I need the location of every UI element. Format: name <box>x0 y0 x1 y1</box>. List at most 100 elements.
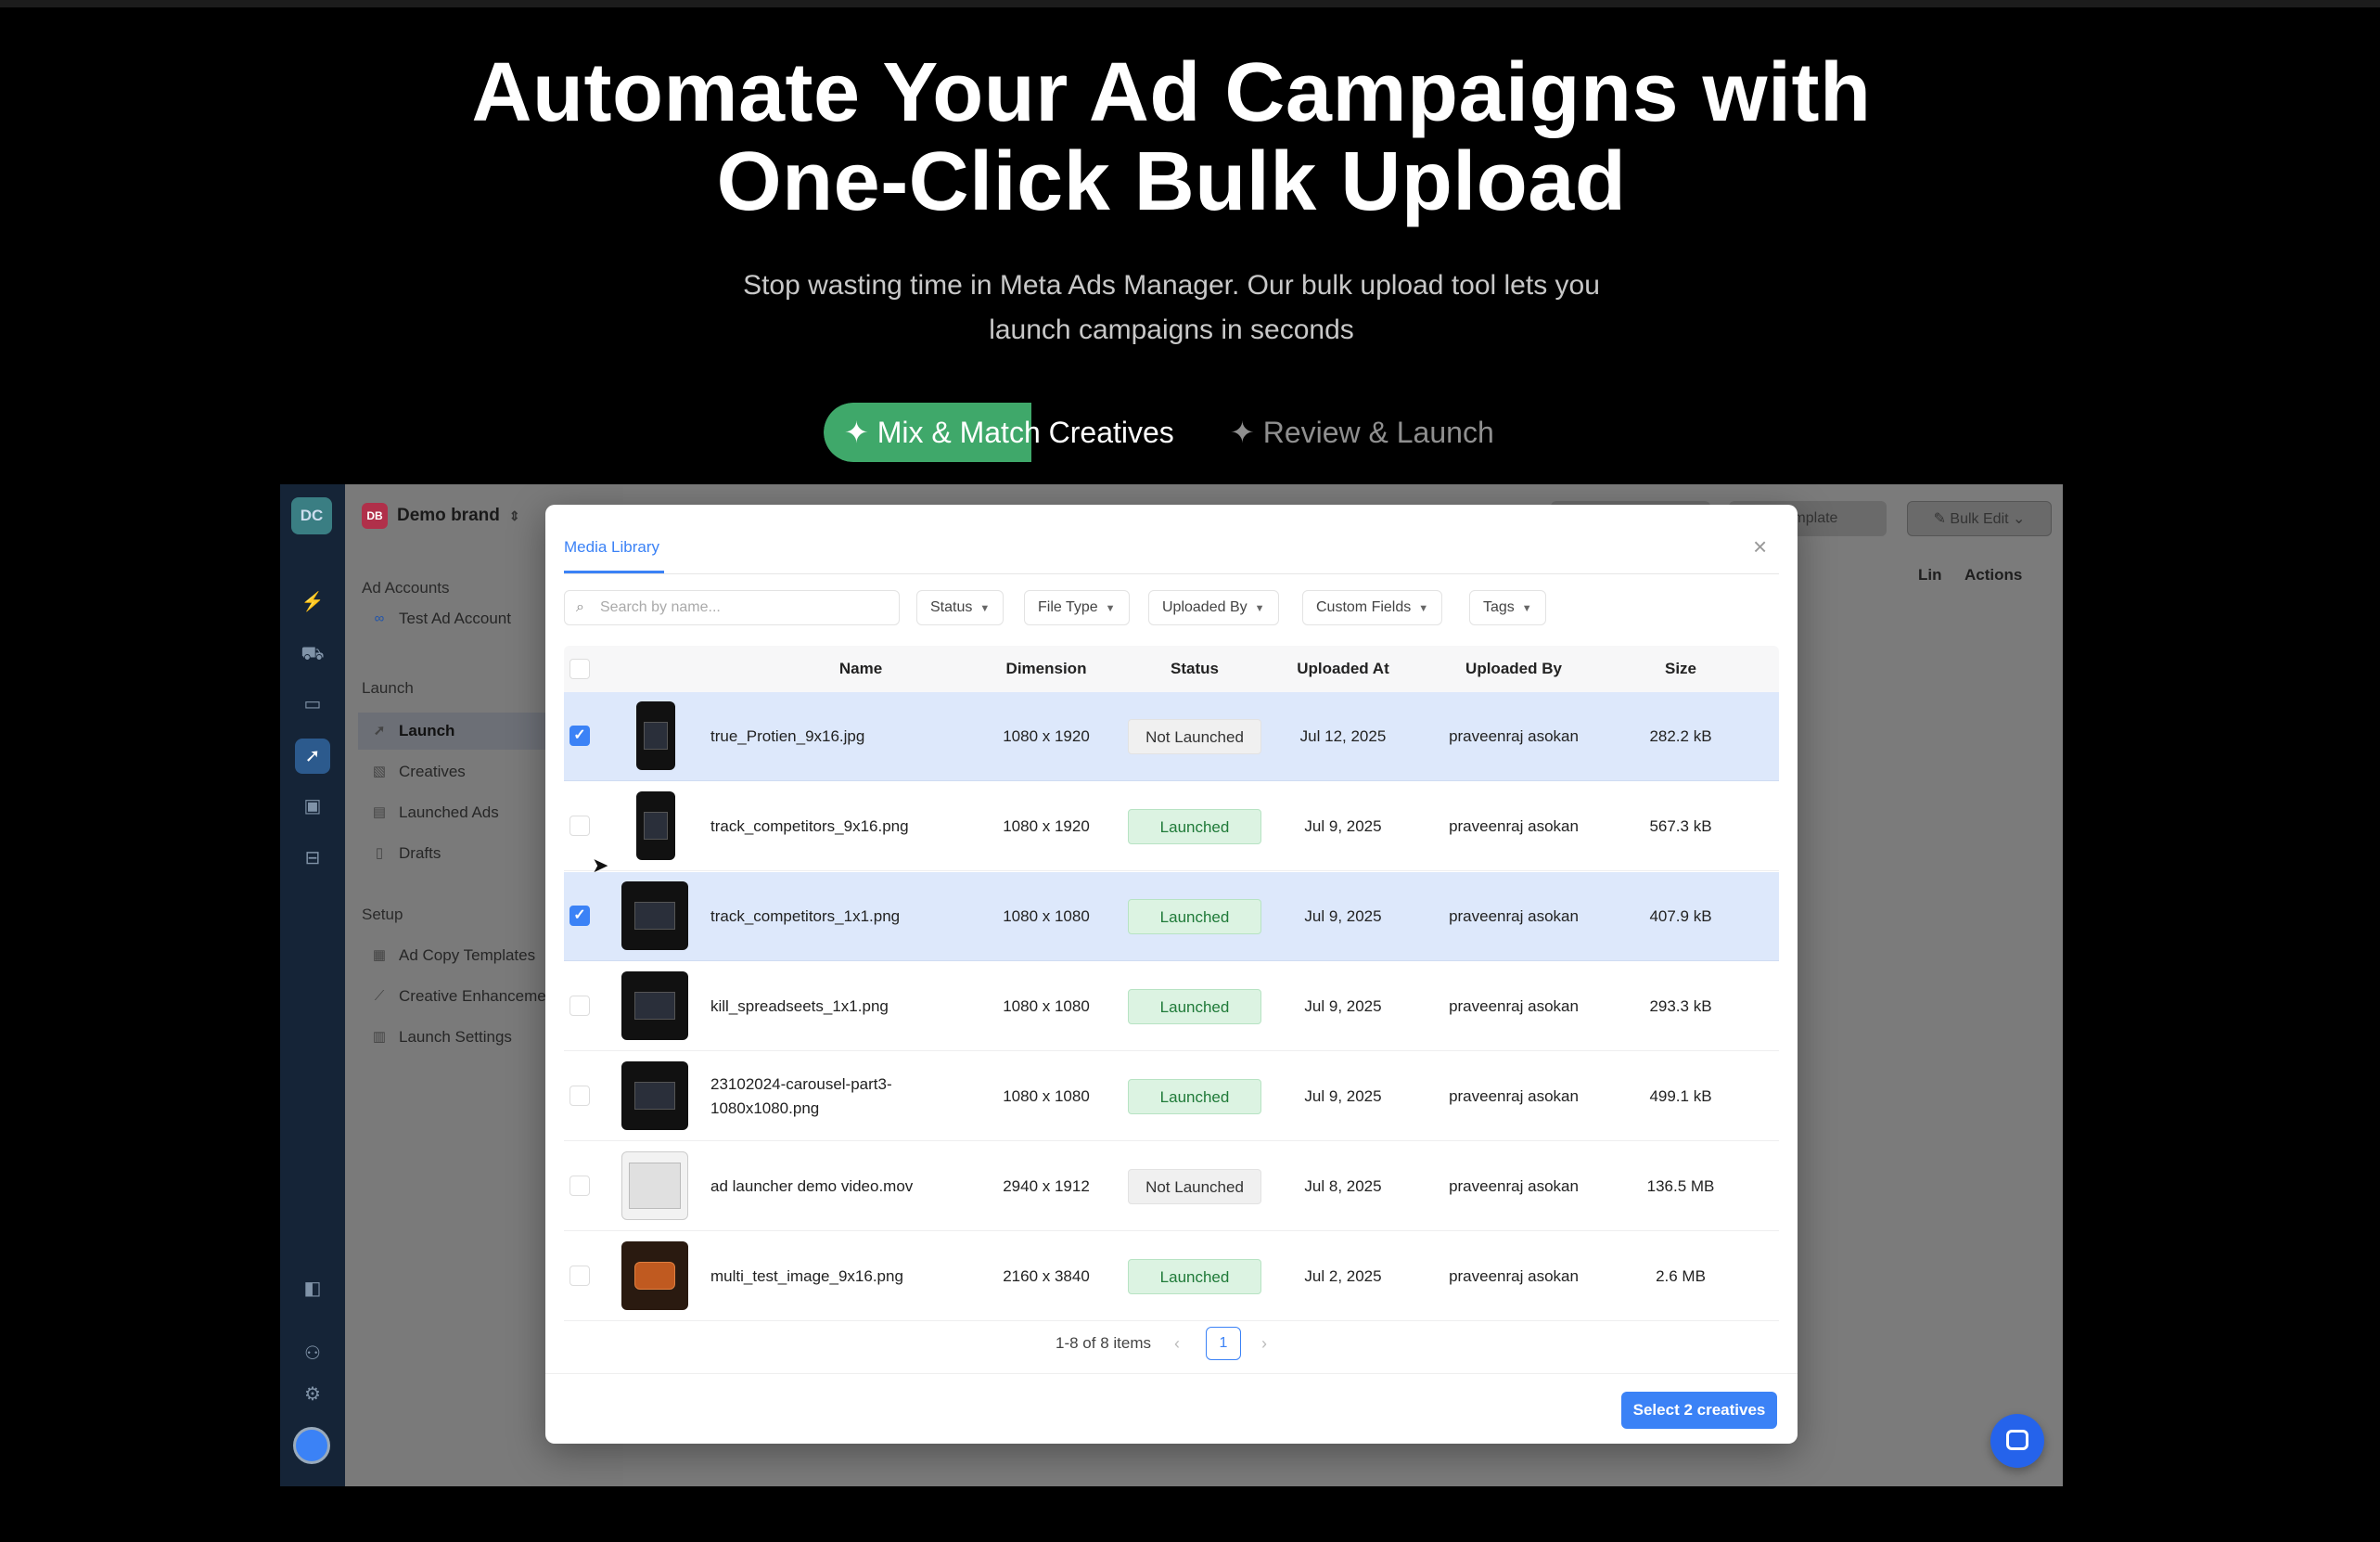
thumbnail <box>621 881 688 950</box>
select-all-checkbox[interactable] <box>569 659 590 679</box>
chart-icon[interactable]: ▣ <box>295 789 330 824</box>
column-dimension[interactable]: Dimension <box>972 646 1120 692</box>
filter-status[interactable]: Status ▼ <box>916 590 1004 625</box>
status-badge: Launched <box>1128 809 1261 844</box>
feature-tabs: ✦ Mix & Match Creatives ✦ Review & Launc… <box>824 403 1566 462</box>
brand-switcher[interactable]: DB Demo brand ⇕ <box>362 501 520 531</box>
file-name: 23102024-carousel-part3-1080x1080.png <box>710 1075 892 1117</box>
gear-icon[interactable]: ⚙ <box>295 1377 330 1412</box>
filter-label: Custom Fields <box>1316 599 1412 615</box>
thumbnail-content <box>644 722 668 750</box>
caret-down-icon: ▼ <box>1105 603 1116 614</box>
file-name: track_competitors_1x1.png <box>710 907 901 925</box>
row-checkbox[interactable]: ✓ <box>569 906 590 926</box>
sidebar-item-label: Drafts <box>399 844 441 862</box>
sidebar-item-label: Launch Settings <box>399 1028 512 1046</box>
hero-subtitle: Stop wasting time in Meta Ads Manager. O… <box>705 263 1638 353</box>
chat-button[interactable] <box>1990 1414 2044 1468</box>
column-status[interactable]: Status <box>1120 646 1269 692</box>
status-cell: Launched <box>1120 782 1269 871</box>
column-name[interactable]: Name <box>768 646 953 692</box>
row-checkbox[interactable] <box>569 996 590 1016</box>
workspace-logo[interactable]: DC <box>291 497 332 534</box>
column-uploaded-by[interactable]: Uploaded By <box>1421 646 1606 692</box>
dimension: 2940 x 1912 <box>1003 1177 1090 1195</box>
pagination-info: 1-8 of 8 items <box>1056 1334 1151 1352</box>
filter-label: File Type <box>1038 599 1098 615</box>
row-checkbox[interactable]: ✓ <box>569 726 590 746</box>
page-button[interactable]: 1 <box>1206 1327 1241 1360</box>
table-row[interactable]: ✓ true_Protien_9x16.jpg 1080 x 1920 Not Lau… <box>564 692 1779 781</box>
search-icon: ⌕ <box>576 599 584 615</box>
uploaded-by: praveenraj asokan <box>1449 727 1579 745</box>
divider <box>545 1373 1798 1374</box>
search-input[interactable]: ⌕ Search by name... <box>564 590 900 625</box>
top-bar <box>0 0 2380 7</box>
filter-custom-fields[interactable]: Custom Fields ▼ <box>1302 590 1443 625</box>
tab-review-launch[interactable]: ✦ Review & Launch <box>1230 403 1494 462</box>
tab-media-library[interactable]: Media Library <box>564 538 659 557</box>
table-row[interactable]: kill_spreadseets_1x1.png 1080 x 1080 Launc… <box>564 962 1779 1051</box>
avatar[interactable] <box>293 1427 330 1464</box>
media-library-modal: Media Library × ⌕ Search by name... Stat… <box>545 505 1798 1444</box>
thumbnail <box>621 1241 688 1310</box>
table-row[interactable]: track_competitors_9x16.png 1080 x 1920 Lau… <box>564 782 1779 871</box>
add-user-icon[interactable]: ⚇ <box>295 1336 330 1371</box>
close-icon[interactable]: × <box>1753 533 1767 561</box>
table-row[interactable]: multi_test_image_9x16.png 2160 x 3840 Laun… <box>564 1232 1779 1321</box>
list-icon: ▤ <box>372 804 387 820</box>
filter-uploaded-by[interactable]: Uploaded By ▼ <box>1148 590 1279 625</box>
thumbnail-content <box>644 812 668 840</box>
uploaded-at: Jul 8, 2025 <box>1304 1177 1382 1195</box>
folder-icon[interactable]: ▭ <box>295 687 330 722</box>
pencil-icon: ✎ <box>1933 511 1951 527</box>
select-creatives-button[interactable]: Select 2 creatives <box>1621 1392 1777 1429</box>
status-badge: Launched <box>1128 989 1261 1024</box>
cursor-icon: ➤ <box>592 854 609 877</box>
status-badge: Not Launched <box>1128 1169 1261 1204</box>
size: 499.1 kB <box>1649 1087 1712 1105</box>
prev-page-icon[interactable]: ‹ <box>1174 1325 1180 1362</box>
rocket-icon[interactable]: ➚ <box>295 739 330 774</box>
dimension: 1080 x 1080 <box>1003 997 1090 1015</box>
bolt-icon[interactable]: ⚡ <box>295 585 330 620</box>
hero-title-line2: One-Click Bulk Upload <box>716 135 1627 228</box>
uploaded-by: praveenraj asokan <box>1449 817 1579 835</box>
sidebar-item-label: Creatives <box>399 763 466 780</box>
trophy-icon[interactable]: ⊟ <box>295 841 330 876</box>
bulk-edit-label: Bulk Edit <box>1950 511 2009 527</box>
row-checkbox[interactable] <box>569 816 590 836</box>
caret-down-icon: ▼ <box>979 603 991 614</box>
file-name: true_Protien_9x16.jpg <box>710 727 865 745</box>
filter-label: Tags <box>1483 599 1515 615</box>
status-badge: Not Launched <box>1128 719 1261 754</box>
row-checkbox[interactable] <box>569 1086 590 1106</box>
pagination: 1-8 of 8 items ‹ 1 › <box>545 1325 1798 1362</box>
size: 293.3 kB <box>1649 997 1712 1015</box>
caret-down-icon: ▼ <box>1521 603 1532 614</box>
caret-down-icon: ▼ <box>1254 603 1265 614</box>
next-page-icon[interactable]: › <box>1261 1325 1267 1362</box>
uploaded-at: Jul 9, 2025 <box>1304 997 1382 1015</box>
car-icon[interactable]: ⛟ <box>295 636 330 672</box>
hero-subtitle-line1: Stop wasting time in Meta Ads Manager. O… <box>743 270 1600 301</box>
column-uploaded-at[interactable]: Uploaded At <box>1269 646 1417 692</box>
column-size[interactable]: Size <box>1616 646 1746 692</box>
table-row[interactable]: ✓ track_competitors_1x1.png 1080 x 1080 Lau… <box>564 872 1779 961</box>
dimension: 1080 x 1080 <box>1003 907 1090 925</box>
filter-file-type[interactable]: File Type ▼ <box>1024 590 1130 625</box>
tab-mix-match[interactable]: ✦ Mix & Match Creatives <box>824 403 1217 462</box>
table-row[interactable]: ad launcher demo video.mov 2940 x 1912 Not… <box>564 1142 1779 1231</box>
size: 136.5 MB <box>1646 1177 1715 1195</box>
library-icon[interactable]: ◧ <box>295 1271 330 1306</box>
status-cell: Launched <box>1120 872 1269 961</box>
row-checkbox[interactable] <box>569 1266 590 1286</box>
status-cell: Launched <box>1120 962 1269 1051</box>
status-cell: Not Launched <box>1120 692 1269 781</box>
file-name: ad launcher demo video.mov <box>710 1177 914 1195</box>
table-row[interactable]: 23102024-carousel-part3-1080x1080.png 108… <box>564 1052 1779 1141</box>
uploaded-by: praveenraj asokan <box>1449 997 1579 1015</box>
row-checkbox[interactable] <box>569 1176 590 1196</box>
filter-tags[interactable]: Tags ▼ <box>1469 590 1546 625</box>
thumbnail <box>621 1151 688 1220</box>
